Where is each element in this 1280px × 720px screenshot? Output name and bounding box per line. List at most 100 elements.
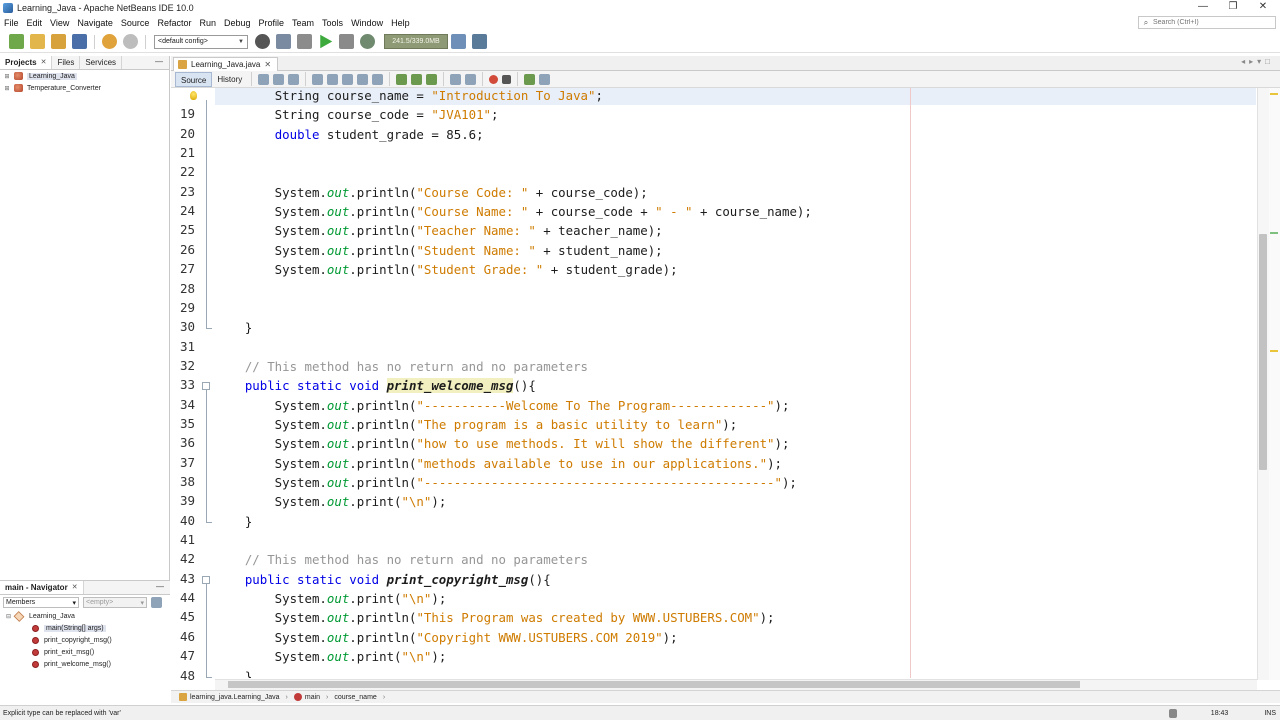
code-line[interactable]: System.out.print("\n"); <box>215 589 447 608</box>
code-line[interactable]: System.out.println("Copyright WWW.USTUBE… <box>215 628 678 647</box>
change-stripe-mark[interactable] <box>1270 232 1278 234</box>
project-tree-item-temperature-converter[interactable]: ⊞ Temperature_Converter <box>0 82 169 94</box>
fold-toggle-icon[interactable] <box>202 382 210 391</box>
menu-navigate[interactable]: Navigate <box>73 15 117 31</box>
code-line[interactable]: System.out.println("methods available to… <box>215 454 782 473</box>
breadcrumb-item-method[interactable]: main <box>293 693 320 701</box>
open-project-icon[interactable] <box>51 34 66 49</box>
run-icon[interactable] <box>320 34 333 49</box>
project-tree-item-learning-java[interactable]: ⊞ Learning_Java <box>0 70 169 82</box>
breadcrumb-item-variable[interactable]: course_name <box>334 694 376 701</box>
code-editor[interactable]: String course_name = "Introduction To Ja… <box>215 88 1256 678</box>
code-line[interactable]: System.out.print("\n"); <box>215 647 447 666</box>
code-line[interactable]: System.out.println("Course Name: " + cou… <box>215 202 812 221</box>
code-line[interactable]: } <box>215 667 252 679</box>
code-line[interactable]: public static void print_welcome_msg(){ <box>215 376 536 395</box>
breadcrumb-item-class[interactable]: learning_java.Learning_Java <box>179 693 280 701</box>
code-line[interactable]: // This method has no return and no para… <box>215 550 588 569</box>
menu-source[interactable]: Source <box>117 15 154 31</box>
toggle-bookmark-icon[interactable] <box>426 73 438 85</box>
hint-stripe-mark[interactable] <box>1270 350 1278 352</box>
close-button[interactable]: ✕ <box>1248 0 1278 15</box>
navigator-member-print-exit[interactable]: print_exit_msg() <box>0 646 170 658</box>
toggle-rect-select-icon[interactable] <box>372 73 384 85</box>
build-hammer-icon[interactable] <box>276 34 291 49</box>
close-icon[interactable]: ✕ <box>72 581 78 595</box>
tab-projects[interactable]: Projects ✕ <box>0 56 53 70</box>
clean-build-icon[interactable] <box>297 34 312 49</box>
tab-source[interactable]: Source <box>175 71 213 87</box>
tab-navigator[interactable]: main - Navigator ✕ <box>0 581 84 594</box>
previous-bookmark-icon[interactable] <box>396 73 408 85</box>
global-search-box[interactable]: ⌕ <box>1138 16 1276 29</box>
new-project-icon[interactable] <box>30 34 45 49</box>
shift-right-icon[interactable] <box>465 73 477 85</box>
code-line[interactable]: } <box>215 318 252 337</box>
restore-button[interactable]: ❐ <box>1218 0 1248 15</box>
comment-icon[interactable] <box>524 73 536 85</box>
navigator-member-main[interactable]: main(String[] args) <box>0 622 170 634</box>
expand-toggle-icon[interactable]: ⊞ <box>3 85 11 92</box>
redo-icon[interactable] <box>123 34 138 49</box>
tab-history[interactable]: History <box>212 72 247 87</box>
uncomment-icon[interactable] <box>539 73 551 85</box>
gc-icon[interactable] <box>451 34 466 49</box>
lightbulb-hint-icon[interactable] <box>190 91 197 100</box>
menu-refactor[interactable]: Refactor <box>153 15 195 31</box>
notifications-icon[interactable] <box>1168 709 1177 718</box>
stop-macro-icon[interactable] <box>502 74 512 84</box>
toggle-highlight-icon[interactable] <box>357 73 369 85</box>
javadoc-icon[interactable] <box>151 597 162 608</box>
code-line[interactable]: System.out.println("--------------------… <box>215 473 797 492</box>
navigator-member-print-copyright[interactable]: print_copyright_msg() <box>0 634 170 646</box>
code-line[interactable]: System.out.println("The program is a bas… <box>215 415 738 434</box>
tab-navigation-icon[interactable]: ◂▸▾□ <box>1241 57 1274 66</box>
profile-icon[interactable] <box>360 34 375 49</box>
code-line[interactable]: System.out.println("Student Name: " + st… <box>215 241 663 260</box>
minimize-panel-icon[interactable]: — <box>156 581 164 593</box>
profile-ide-icon[interactable] <box>472 34 487 49</box>
code-line[interactable]: System.out.println("-----------Welcome T… <box>215 396 790 415</box>
menu-edit[interactable]: Edit <box>23 15 47 31</box>
code-line[interactable]: public static void print_copyright_msg()… <box>215 570 551 589</box>
code-line[interactable]: System.out.println("Student Grade: " + s… <box>215 260 678 279</box>
editor-file-tab[interactable]: Learning_Java.java ✕ <box>173 57 279 71</box>
start-macro-icon[interactable] <box>489 74 499 84</box>
config-dropdown[interactable]: <default config> ▼ <box>154 34 248 49</box>
close-icon[interactable]: ✕ <box>264 60 271 69</box>
globe-icon[interactable] <box>255 34 270 49</box>
next-bookmark-icon[interactable] <box>411 73 423 85</box>
hint-stripe-mark[interactable] <box>1270 93 1278 95</box>
last-edit-icon[interactable] <box>258 73 270 85</box>
code-line[interactable]: System.out.print("\n"); <box>215 492 447 511</box>
horizontal-scrollbar-thumb[interactable] <box>228 681 1080 688</box>
code-line[interactable]: String course_name = "Introduction To Ja… <box>215 88 1256 106</box>
code-line[interactable]: String course_code = "JVA101"; <box>215 105 499 124</box>
vertical-scrollbar-thumb[interactable] <box>1259 234 1267 470</box>
menu-file[interactable]: File <box>0 15 23 31</box>
menu-debug[interactable]: Debug <box>220 15 255 31</box>
save-all-icon[interactable] <box>72 34 87 49</box>
members-dropdown[interactable]: Members ▾ <box>3 597 79 608</box>
shift-left-icon[interactable] <box>450 73 462 85</box>
find-selection-icon[interactable] <box>312 73 324 85</box>
navigator-member-print-welcome[interactable]: print_welcome_msg() <box>0 658 170 670</box>
code-line[interactable]: // This method has no return and no para… <box>215 357 588 376</box>
menu-run[interactable]: Run <box>195 15 220 31</box>
menu-window[interactable]: Window <box>347 15 387 31</box>
search-input[interactable] <box>1153 19 1271 26</box>
expand-toggle-icon[interactable]: ⊞ <box>3 73 11 80</box>
tab-files[interactable]: Files <box>52 56 81 69</box>
code-line[interactable]: } <box>215 512 252 531</box>
back-icon[interactable] <box>273 73 285 85</box>
minimize-panel-icon[interactable]: — <box>155 56 163 68</box>
code-line[interactable]: System.out.println("This Program was cre… <box>215 608 775 627</box>
code-line[interactable]: System.out.println("Teacher Name: " + te… <box>215 221 663 240</box>
menu-tools[interactable]: Tools <box>318 15 347 31</box>
menu-help[interactable]: Help <box>387 15 414 31</box>
close-icon[interactable]: ✕ <box>41 56 47 70</box>
memory-usage-meter[interactable]: 241.5/339.0MB <box>384 34 448 49</box>
find-previous-icon[interactable] <box>327 73 339 85</box>
menu-profile[interactable]: Profile <box>255 15 289 31</box>
forward-icon[interactable] <box>288 73 300 85</box>
